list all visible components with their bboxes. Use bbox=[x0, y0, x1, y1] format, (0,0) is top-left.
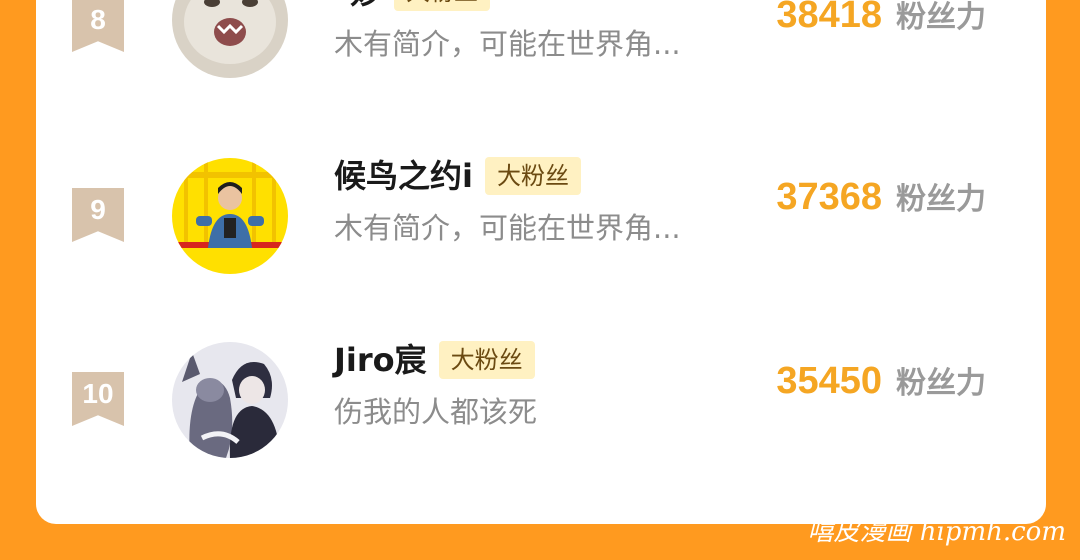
rank-ribbon: 8 bbox=[72, 0, 124, 52]
fan-ranking-panel: 8 –妙 大粉丝 木有简介，可能在世界角... 38418 粉丝力 9 bbox=[36, 0, 1046, 524]
score-unit: 粉丝力 bbox=[896, 366, 986, 401]
fan-power-score: 37368 粉丝力 bbox=[776, 174, 986, 219]
cat-avatar-icon[interactable] bbox=[172, 0, 288, 78]
rank-ribbon: 10 bbox=[72, 372, 124, 426]
score-unit: 粉丝力 bbox=[896, 182, 986, 217]
person-avatar-icon[interactable] bbox=[172, 158, 288, 274]
score-value: 38418 bbox=[776, 0, 882, 36]
fan-power-score: 35450 粉丝力 bbox=[776, 358, 986, 403]
ranking-row[interactable]: 9 候鸟之约i 大粉丝 木有简介，可能在世界角... 37368 粉丝力 bbox=[36, 150, 1046, 300]
user-name[interactable]: –妙 bbox=[334, 0, 382, 12]
big-fan-badge: 大粉丝 bbox=[394, 0, 491, 11]
score-value: 35450 bbox=[776, 360, 882, 402]
user-bio: 木有简介，可能在世界角... bbox=[334, 211, 681, 245]
score-unit: 粉丝力 bbox=[896, 0, 986, 35]
ranking-row[interactable]: 10 Jiro宸 大粉丝 伤我的人都该死 35450 粉丝力 bbox=[36, 334, 1046, 484]
fan-power-score: 38418 粉丝力 bbox=[776, 0, 986, 37]
user-bio: 伤我的人都该死 bbox=[334, 395, 538, 429]
big-fan-badge: 大粉丝 bbox=[484, 157, 581, 195]
ranking-row[interactable]: 8 –妙 大粉丝 木有简介，可能在世界角... 38418 粉丝力 bbox=[36, 0, 1046, 116]
user-name[interactable]: 候鸟之约i bbox=[334, 156, 473, 196]
score-value: 37368 bbox=[776, 176, 882, 218]
rank-ribbon: 9 bbox=[72, 188, 124, 242]
anime-characters-avatar-icon[interactable] bbox=[172, 342, 288, 458]
user-bio: 木有简介，可能在世界角... bbox=[334, 27, 681, 61]
big-fan-badge: 大粉丝 bbox=[438, 341, 535, 379]
user-name[interactable]: Jiro宸 bbox=[334, 340, 427, 380]
site-watermark: 嘻皮漫画 hipmh.com bbox=[807, 517, 1066, 547]
